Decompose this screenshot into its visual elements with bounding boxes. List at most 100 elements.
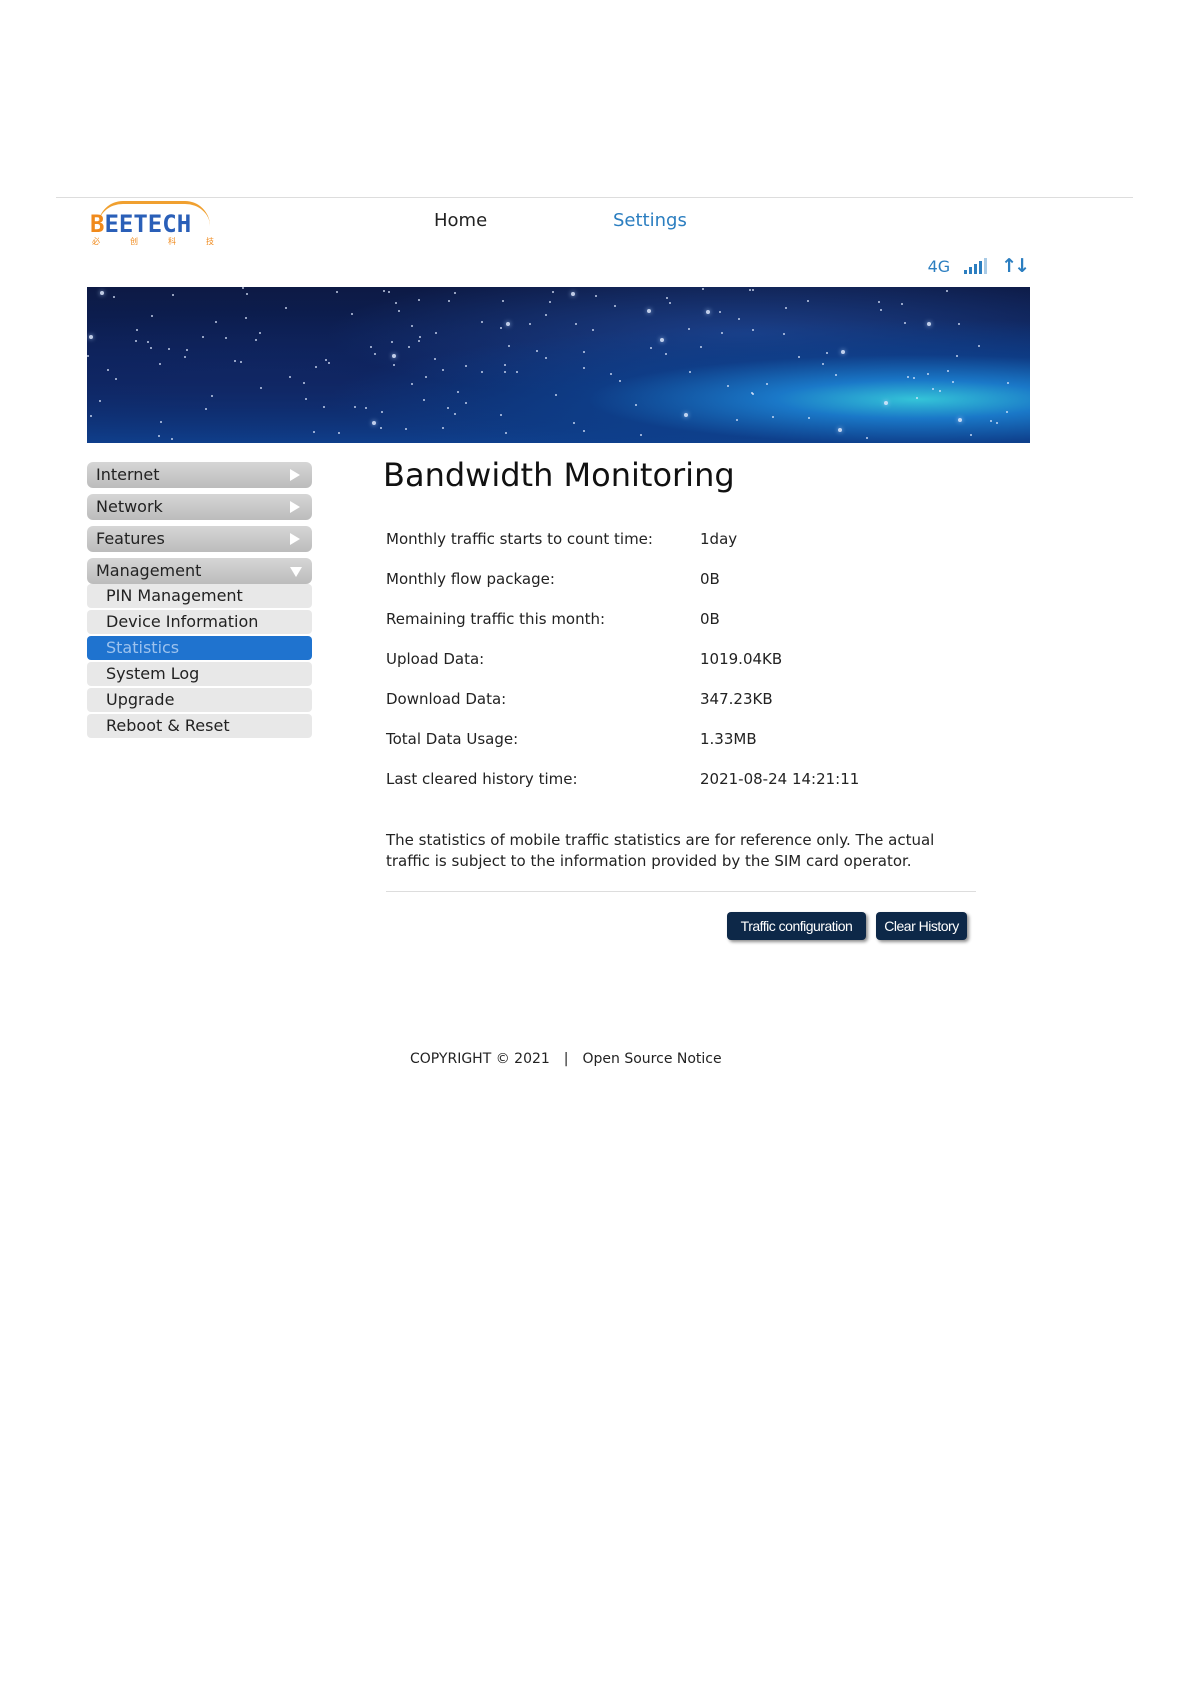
chevron-right-icon xyxy=(290,501,300,513)
star xyxy=(337,432,340,435)
star xyxy=(149,347,152,350)
star xyxy=(503,370,506,373)
star xyxy=(688,371,691,374)
chevron-right-icon xyxy=(290,469,300,481)
sidebar: Internet Network Features Management PIN… xyxy=(87,462,312,738)
submenu-item-system-log[interactable]: System Log xyxy=(87,662,312,686)
sidebar-item-management[interactable]: Management xyxy=(87,558,312,584)
star xyxy=(583,430,586,433)
sidebar-item-label: Internet xyxy=(96,465,160,484)
star xyxy=(990,419,993,422)
page-title: Bandwidth Monitoring xyxy=(383,456,735,494)
stat-value: 1.33MB xyxy=(700,730,757,748)
star xyxy=(752,329,755,331)
submenu-item-pin-management[interactable]: PIN Management xyxy=(87,584,312,608)
star xyxy=(425,376,428,379)
submenu-item-upgrade[interactable]: Upgrade xyxy=(87,688,312,712)
star xyxy=(171,437,174,440)
traffic-configuration-button[interactable]: Traffic configuration xyxy=(727,912,866,940)
star xyxy=(702,288,705,291)
star xyxy=(204,407,207,410)
star xyxy=(481,321,484,324)
stat-label: Total Data Usage: xyxy=(386,730,519,748)
star xyxy=(835,374,838,377)
star xyxy=(241,287,244,290)
stat-value: 347.23KB xyxy=(700,690,773,708)
stat-label: Monthly flow package: xyxy=(386,570,555,588)
star xyxy=(259,386,262,389)
star xyxy=(503,363,506,366)
star xyxy=(134,340,137,343)
star xyxy=(464,364,467,367)
star xyxy=(822,363,825,366)
logo-subtext: 必 创 科 技 xyxy=(92,237,214,246)
star xyxy=(433,357,436,360)
star xyxy=(865,436,868,439)
star xyxy=(151,315,154,318)
star xyxy=(507,344,510,347)
nav-home-link[interactable]: Home xyxy=(434,210,487,231)
sidebar-item-features[interactable]: Features xyxy=(87,526,312,552)
star xyxy=(410,324,413,327)
data-transfer-icon: ↑↓ xyxy=(1001,255,1030,277)
star xyxy=(926,321,931,326)
star xyxy=(417,340,420,343)
sidebar-item-label: Management xyxy=(96,561,202,580)
star xyxy=(916,396,919,399)
star xyxy=(879,309,882,312)
star xyxy=(418,299,421,302)
star xyxy=(956,355,959,358)
content-divider xyxy=(386,891,976,892)
star xyxy=(501,300,504,303)
star xyxy=(442,427,445,430)
star xyxy=(932,387,935,390)
submenu-item-reboot-reset[interactable]: Reboot & Reset xyxy=(87,714,312,738)
clear-history-button[interactable]: Clear History xyxy=(876,912,967,940)
star xyxy=(706,310,711,315)
star xyxy=(240,360,243,363)
stat-row: Monthly traffic starts to count time: 1d… xyxy=(386,527,986,567)
star xyxy=(504,432,507,435)
star xyxy=(797,355,800,358)
star xyxy=(958,417,963,422)
star xyxy=(157,434,160,437)
stat-label: Upload Data: xyxy=(386,650,485,668)
star xyxy=(147,341,150,344)
star xyxy=(1006,381,1009,384)
star xyxy=(749,289,752,292)
star xyxy=(782,333,785,336)
submenu-item-device-information[interactable]: Device Information xyxy=(87,610,312,634)
sidebar-item-network[interactable]: Network xyxy=(87,494,312,520)
star xyxy=(751,289,754,292)
starfield-banner xyxy=(87,287,1030,443)
star xyxy=(946,369,949,372)
star xyxy=(214,321,217,324)
star xyxy=(407,345,410,348)
star xyxy=(448,300,451,303)
sidebar-item-internet[interactable]: Internet xyxy=(87,462,312,488)
stat-label: Remaining traffic this month: xyxy=(386,610,606,628)
star xyxy=(515,371,518,374)
star xyxy=(826,352,828,355)
nav-settings-link[interactable]: Settings xyxy=(613,210,687,231)
status-bar: 4G ↑↓ xyxy=(928,255,1030,277)
stat-value: 1day xyxy=(700,530,738,548)
stat-row: Total Data Usage: 1.33MB xyxy=(386,727,986,767)
star xyxy=(610,373,613,376)
star xyxy=(806,299,809,302)
open-source-notice-link[interactable]: Open Source Notice xyxy=(583,1051,722,1067)
star xyxy=(89,414,92,417)
reference-note: The statistics of mobile traffic statist… xyxy=(386,831,935,870)
submenu-item-label: PIN Management xyxy=(106,586,243,605)
star xyxy=(380,411,383,414)
star xyxy=(978,345,981,348)
sidebar-item-label: Features xyxy=(96,529,165,548)
submenu-item-statistics[interactable]: Statistics xyxy=(87,636,312,660)
star xyxy=(665,296,668,299)
star xyxy=(395,302,398,305)
star xyxy=(313,431,316,434)
star xyxy=(720,331,723,334)
star xyxy=(544,356,547,359)
signal-icon xyxy=(964,258,988,274)
star xyxy=(634,404,637,407)
